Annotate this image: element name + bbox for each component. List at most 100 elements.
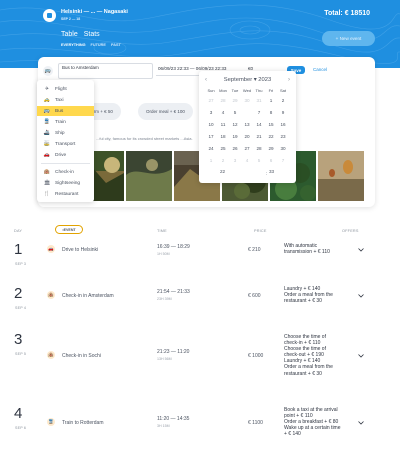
app-logo-icon[interactable] <box>43 9 56 22</box>
minute-input[interactable]: 33 <box>269 169 274 174</box>
calendar-day[interactable]: 4 <box>217 108 229 118</box>
next-month-icon[interactable]: › <box>288 77 290 83</box>
event-duration: 1H 50M <box>157 252 170 256</box>
weekday-label: Sun <box>207 88 215 93</box>
calendar-day[interactable]: 4 <box>241 156 253 166</box>
calendar-day[interactable]: 5 <box>253 156 265 166</box>
restaurant-icon: 🍴 <box>43 191 51 197</box>
calendar-day[interactable]: 28 <box>253 144 265 154</box>
calendar-day[interactable]: 16 <box>277 120 289 130</box>
hour-input[interactable]: 22 <box>220 169 225 174</box>
day-number: 1 <box>14 241 23 258</box>
calendar-day[interactable]: 2 <box>277 96 289 106</box>
calendar-day[interactable]: 30 <box>277 144 289 154</box>
event-destination-input[interactable]: Bus to Amsterdam <box>58 63 153 79</box>
calendar-day[interactable]: 1 <box>265 96 277 106</box>
calendar-day[interactable]: 19 <box>229 132 241 142</box>
calendar-day[interactable]: 24 <box>205 144 217 154</box>
type-option-ship[interactable]: 🚢 Ship <box>37 128 94 138</box>
event-name: Train to Rotterdam <box>62 420 104 426</box>
calendar-day[interactable]: 7 <box>253 108 265 118</box>
expand-chevron-icon[interactable] <box>357 419 365 427</box>
weekday-label: Mon <box>219 88 227 93</box>
check-in-icon: 🏨 <box>43 169 51 175</box>
column-header-time[interactable]: TIME <box>157 229 167 233</box>
transport-icon: 🚋 <box>43 141 51 147</box>
type-option-restaurant[interactable]: 🍴 Restaurant <box>37 189 94 199</box>
calendar-day[interactable]: 6 <box>265 156 277 166</box>
calendar-day[interactable]: 1 <box>205 156 217 166</box>
calendar-day[interactable]: 31 <box>253 96 265 106</box>
calendar-day[interactable]: 23 <box>277 132 289 142</box>
event-offers: Book a taxi at the arrival point + € 110… <box>284 407 341 438</box>
calendar-day[interactable]: 10 <box>205 120 217 130</box>
destination-photo[interactable] <box>126 151 172 201</box>
trip-total: Total: € 18510 <box>324 10 370 17</box>
type-option-bus[interactable]: 🚌 Bus <box>37 106 94 116</box>
event-type-toggle[interactable]: 🚌 <box>43 66 53 76</box>
tab-table[interactable]: Table <box>61 31 78 38</box>
calendar-day[interactable]: 22 <box>265 132 277 142</box>
event-duration: 23H 39M <box>157 297 172 301</box>
taxi-icon: 🚕 <box>43 97 51 103</box>
calendar-day[interactable]: 30 <box>241 96 253 106</box>
calendar-day[interactable]: 14 <box>253 120 265 130</box>
calendar-day[interactable]: 9 <box>277 108 289 118</box>
expand-chevron-icon[interactable] <box>357 352 365 360</box>
event-price: € 210 <box>248 247 261 253</box>
filter-past[interactable]: PAST <box>111 43 121 47</box>
bus-icon: 🚌 <box>43 108 51 114</box>
type-option-drive[interactable]: 🚗 Drive <box>37 150 94 160</box>
type-option-transport[interactable]: 🚋 Transport <box>37 139 94 149</box>
type-option-sightseeing[interactable]: 🏛 Sightseeing <box>37 178 94 188</box>
expand-chevron-icon[interactable] <box>357 246 365 254</box>
column-header-price[interactable]: PRICE <box>254 229 267 233</box>
calendar-day[interactable]: 6 <box>241 107 253 118</box>
filter-future[interactable]: FUTURE <box>91 43 106 47</box>
calendar-day[interactable]: 3 <box>205 108 217 118</box>
calendar-day[interactable]: 18 <box>217 132 229 142</box>
calendar-day[interactable]: 28 <box>217 96 229 106</box>
calendar-day[interactable]: 29 <box>265 144 277 154</box>
calendar-day[interactable]: 26 <box>229 144 241 154</box>
car-icon: 🚗 <box>43 152 51 158</box>
event-offers: With automatic transmission + € 110 <box>284 243 330 256</box>
calendar-day[interactable]: 15 <box>265 120 277 130</box>
calendar-day[interactable]: 27 <box>205 96 217 106</box>
trip-route: Helsinki — ... — Nagasaki <box>61 9 128 15</box>
calendar-day[interactable]: 2 <box>217 156 229 166</box>
filter-everything[interactable]: EVERYTHING <box>61 43 86 47</box>
destination-photo[interactable] <box>318 151 364 201</box>
event-time: 21:54 — 21:33 <box>157 289 190 295</box>
calendar-day[interactable]: 27 <box>241 144 253 154</box>
calendar-day[interactable]: 21 <box>253 132 265 142</box>
event-time: 21:23 — 11:20 <box>157 349 190 355</box>
sightseeing-icon: 🏛 <box>43 180 51 186</box>
day-date: SEP 3 <box>15 262 27 266</box>
calendar-day[interactable]: 25 <box>217 144 229 154</box>
cancel-button[interactable]: Cancel <box>313 67 327 72</box>
expand-chevron-icon[interactable] <box>357 292 365 300</box>
event-duration: 13H 56M <box>157 357 172 361</box>
type-option-train[interactable]: 🚆 Train <box>37 117 94 127</box>
time-separator: : <box>266 171 268 176</box>
calendar-day[interactable]: 7 <box>277 156 289 166</box>
calendar-day[interactable]: 12 <box>229 120 241 130</box>
column-header-event[interactable]: • EVENT <box>55 225 83 234</box>
calendar-day[interactable]: 17 <box>205 132 217 142</box>
calendar-day[interactable]: 5 <box>229 108 241 118</box>
calendar-day[interactable]: 11 <box>217 120 229 130</box>
type-option-taxi[interactable]: 🚕 Taxi <box>37 95 94 105</box>
tab-stats[interactable]: Stats <box>84 31 100 38</box>
calendar-day[interactable]: 13 <box>241 120 253 130</box>
day-date: SEP 6 <box>15 426 27 430</box>
calendar-day[interactable]: 20 <box>241 132 253 142</box>
event-time: 11:20 — 14:35 <box>157 416 190 422</box>
type-option-check-in[interactable]: 🏨 Check-in <box>37 167 94 177</box>
calendar-day[interactable]: 3 <box>229 156 241 166</box>
calendar-day[interactable]: 29 <box>229 96 241 106</box>
new-event-button[interactable]: + New event <box>322 31 375 46</box>
calendar-day[interactable]: 8 <box>265 108 277 118</box>
type-option-flight[interactable]: ✈ Flight <box>37 84 94 94</box>
offer-chip[interactable]: Order meal + € 100 <box>138 103 193 120</box>
